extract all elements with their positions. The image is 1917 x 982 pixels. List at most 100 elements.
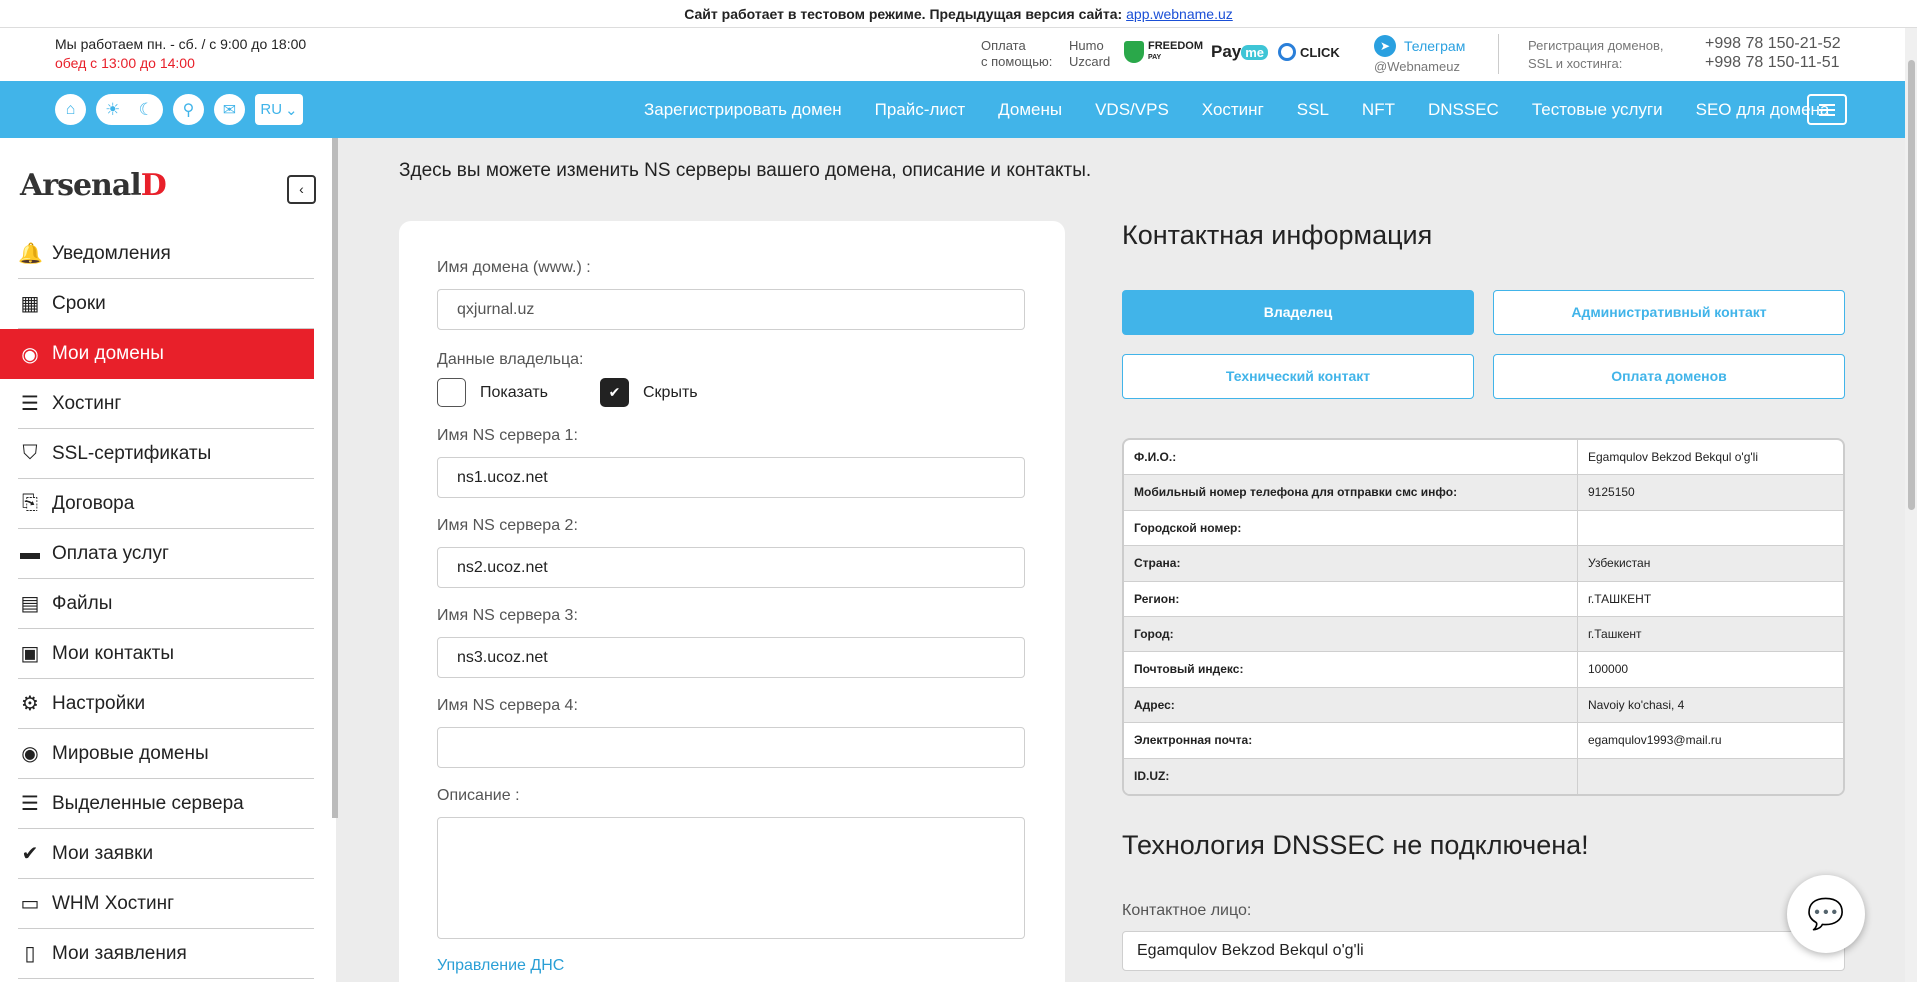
ns1-field[interactable]: ns1.ucoz.net [437,457,1025,498]
row-key: Регион: [1124,581,1578,616]
telegram-handle: @Webnameuz [1374,59,1460,74]
sun-icon: ☀ [105,99,121,119]
moon-icon: ☾ [138,99,154,119]
freedom-sub-text: PAY [1148,54,1162,61]
checkbox-checked[interactable]: ✔ [600,378,629,407]
collapse-sidebar-button[interactable]: ‹ [287,175,316,204]
contact-person-select[interactable]: Egamqulov Bekzod Bekqul o'g'li [1122,931,1845,971]
payment-label-line1: Оплата [981,38,1026,53]
row-value: г.Ташкент [1588,626,1642,641]
row-key: Электронная почта: [1124,723,1578,758]
ns3-label: Имя NS сервера 3: [437,607,578,624]
domain-form-card: Имя домена (www.) : qxjurnal.uz Данные в… [399,221,1065,982]
contact-icon: ▣ [20,643,40,665]
sidebar-item-ssl[interactable]: ⛉ SSL-сертификаты [18,429,314,479]
old-site-link[interactable]: app.webname.uz [1126,6,1233,22]
sidebar-item-label: Мировые домены [52,742,209,764]
sidebar-item-my-applications[interactable]: ▯ Мои заявления [18,929,314,979]
tab-tech-contact[interactable]: Технический контакт [1122,354,1474,399]
sidebar-item-deadlines[interactable]: ▦ Сроки [18,279,314,329]
dns-management-link[interactable]: Управление ДНС [437,957,564,975]
home-icon[interactable]: ⌂ [55,94,86,125]
sidebar-item-label: Мои заявления [52,942,187,964]
row-value [1578,759,1843,794]
globe-icon: ◉ [21,743,39,765]
tab-domain-payment[interactable]: Оплата доменов [1493,354,1845,399]
sidebar-item-label: Хостинг [52,392,122,414]
scrollbar-thumb[interactable] [1908,60,1915,510]
sidebar-item-world-domains[interactable]: ◉ Мировые домены [18,729,314,779]
nav-hosting[interactable]: Хостинг [1202,100,1264,120]
page-scrollbar[interactable] [1905,28,1917,982]
nav-register-domain[interactable]: Зарегистрировать домен [644,100,842,120]
sidebar-item-contracts[interactable]: ⎘ Договора [18,479,314,529]
row-value [1578,511,1843,545]
arsenal-logo[interactable]: ArsenalD [20,168,167,203]
phone-2[interactable]: +998 78 150-11-51 [1705,53,1841,72]
domain-name-label: Имя домена (www.) : [437,259,591,276]
ns4-field[interactable] [437,727,1025,768]
brand-text: Arsenal [20,168,142,203]
row-key: Почтовый индекс: [1124,652,1578,687]
description-textarea[interactable] [437,817,1025,939]
chat-bubble-icon[interactable]: 💬 [1787,875,1865,953]
domain-name-field[interactable]: qxjurnal.uz [437,289,1025,330]
mail-icon[interactable]: ✉ [214,94,245,125]
table-row: Городской номер: [1124,510,1843,547]
phone-1[interactable]: +998 78 150-21-52 [1705,34,1841,53]
location-pin-icon[interactable]: ⚲ [173,94,204,125]
payme-logo: Pay me [1211,42,1269,62]
sidebar-item-settings[interactable]: ⚙ Настройки [18,679,314,729]
sidebar-item-my-requests[interactable]: ✔ Мои заявки [18,829,314,879]
click-text: CLICK [1300,44,1340,60]
ns2-field[interactable]: ns2.ucoz.net [437,547,1025,588]
telegram-title[interactable]: Телеграм [1404,37,1465,56]
nav-price-list[interactable]: Прайс-лист [875,100,966,120]
nav-test-services[interactable]: Тестовые услуги [1532,100,1663,120]
telegram-contact[interactable]: ➤ Телеграм @Webnameuz [1374,35,1465,76]
sidebar-item-dedicated-servers[interactable]: ☰ Выделенные сервера [18,779,314,829]
checkbox-unchecked[interactable] [437,378,466,407]
document-icon: ▯ [24,943,36,965]
sidebar-item-whm-hosting[interactable]: ▭ WHM Хостинг [18,879,314,929]
sidebar-item-label: Уведомления [52,242,171,264]
test-mode-notice: Сайт работает в тестовом режиме. Предыду… [0,0,1917,28]
telegram-icon: ➤ [1374,35,1396,57]
calendar-icon: ▦ [20,293,40,315]
nav-nft[interactable]: NFT [1362,100,1395,120]
dnssec-status-title: Технология DNSSEC не подключена! [1122,830,1589,860]
lunch-hours-text: обед с 13:00 до 14:00 [55,55,195,71]
ns3-field[interactable]: ns3.ucoz.net [437,637,1025,678]
sidebar-scrollbar[interactable] [332,138,338,818]
language-select[interactable]: RU ⌄ [255,94,303,125]
sidebar-item-files[interactable]: ▤ Файлы [18,579,314,629]
tab-owner[interactable]: Владелец [1122,290,1474,335]
sidebar-item-hosting[interactable]: ☰ Хостинг [18,379,314,429]
info-bar: Мы работаем пн. - сб. / с 9:00 до 18:00 … [0,28,1917,81]
show-owner-checkbox[interactable]: Показать [437,378,548,407]
ns1-label: Имя NS сервера 1: [437,427,578,444]
theme-toggle[interactable]: ☀ ☾ [96,94,163,125]
row-value: Egamqulov Bekzod Bekqul o'g'li [1588,450,1759,464]
nav-ssl[interactable]: SSL [1297,100,1329,120]
click-ring-icon [1278,43,1296,61]
hamburger-menu-icon[interactable] [1807,94,1847,125]
nav-dnssec[interactable]: DNSSEC [1428,100,1499,120]
tab-admin-contact[interactable]: Административный контакт [1493,290,1845,335]
row-key: Городской номер: [1124,510,1578,546]
nav-vds-vps[interactable]: VDS/VPS [1095,100,1169,120]
sidebar-item-my-domains[interactable]: ◉ Мои домены [0,329,314,379]
row-key: Мобильный номер телефона для отправки см… [1124,475,1578,510]
table-row: Мобильный номер телефона для отправки см… [1124,475,1843,511]
owner-data-label: Данные владельца: [437,351,584,368]
payment-label: Оплата с помощью: [981,38,1052,70]
hide-owner-checkbox[interactable]: ✔ Скрыть [600,378,698,407]
sidebar-item-my-contacts[interactable]: ▣ Мои контакты [18,629,314,679]
sidebar-item-payments[interactable]: ▬ Оплата услуг [18,529,314,579]
table-row: Страна: Узбекистан [1124,546,1843,582]
nav-domains[interactable]: Домены [998,100,1062,120]
humo-label: Humo [1069,38,1104,53]
sidebar-item-notifications[interactable]: 🔔 Уведомления [18,229,314,279]
row-value: Узбекистан [1588,556,1651,571]
row-key: ID.UZ: [1124,758,1578,794]
